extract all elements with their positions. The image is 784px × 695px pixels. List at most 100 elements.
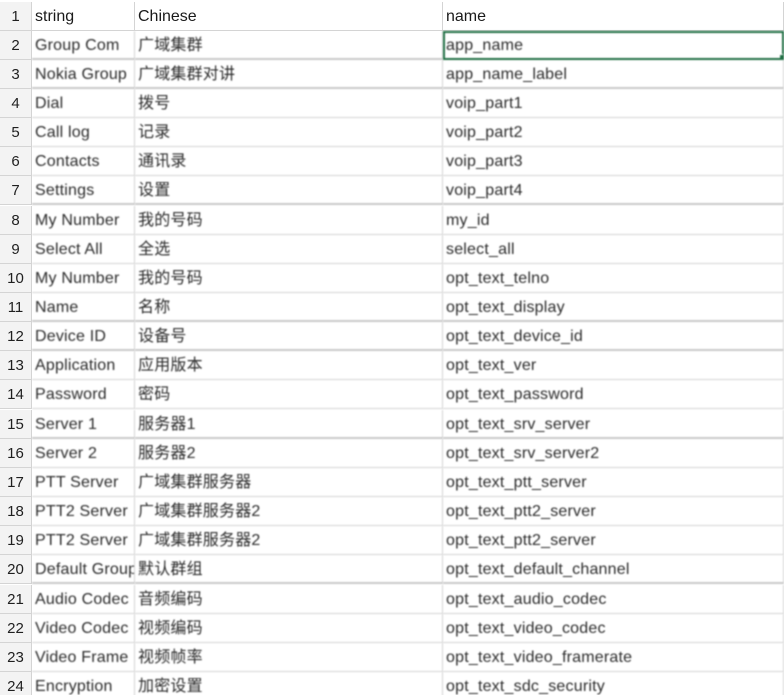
cell-chinese[interactable]: 名称: [135, 293, 443, 322]
cell-name[interactable]: opt_text_telno: [443, 264, 784, 293]
cell-string[interactable]: Device ID: [32, 322, 135, 351]
cell-string[interactable]: Dial: [32, 89, 135, 118]
cell-string[interactable]: Nokia Group: [32, 60, 135, 89]
cell-chinese[interactable]: 广域集群: [135, 31, 443, 60]
cell-string[interactable]: Group Com: [32, 31, 135, 60]
row-number[interactable]: 17: [0, 468, 32, 497]
row-number[interactable]: 21: [0, 585, 32, 614]
row-number[interactable]: 9: [0, 235, 32, 264]
cell-string[interactable]: Password: [32, 380, 135, 409]
row-number[interactable]: 1: [0, 2, 32, 31]
cell-chinese[interactable]: 广域集群服务器: [135, 468, 443, 497]
cell-chinese[interactable]: Chinese: [135, 2, 443, 31]
row-number[interactable]: 4: [0, 89, 32, 118]
cell-name[interactable]: voip_part2: [443, 118, 784, 147]
cell-name[interactable]: opt_text_audio_codec: [443, 585, 784, 614]
table-row: 24 Encryption 加密设置 opt_text_sdc_security: [0, 672, 784, 695]
row-number[interactable]: 11: [0, 293, 32, 322]
selected-cell[interactable]: app_name: [443, 31, 784, 60]
row-number[interactable]: 3: [0, 60, 32, 89]
cell-name[interactable]: opt_text_display: [443, 293, 784, 322]
cell-chinese[interactable]: 默认群组: [135, 555, 443, 584]
cell-name[interactable]: voip_part4: [443, 176, 784, 205]
row-number[interactable]: 16: [0, 439, 32, 468]
cell-name[interactable]: opt_text_ptt_server: [443, 468, 784, 497]
row-number[interactable]: 15: [0, 410, 32, 439]
row-number[interactable]: 5: [0, 118, 32, 147]
cell-chinese[interactable]: 通讯录: [135, 147, 443, 176]
cell-chinese[interactable]: 设备号: [135, 322, 443, 351]
cell-string[interactable]: Application: [32, 351, 135, 380]
row-number[interactable]: 6: [0, 147, 32, 176]
cell-name[interactable]: voip_part1: [443, 89, 784, 118]
cell-string[interactable]: Default Group: [32, 555, 135, 584]
row-number[interactable]: 2: [0, 31, 32, 60]
cell-string[interactable]: Video Codec: [32, 614, 135, 643]
table-row: 6 Contacts 通讯录 voip_part3: [0, 147, 784, 176]
cell-name[interactable]: select_all: [443, 235, 784, 264]
cell-string[interactable]: My Number: [32, 264, 135, 293]
row-number[interactable]: 20: [0, 555, 32, 584]
cell-string[interactable]: Contacts: [32, 147, 135, 176]
table-row: 15 Server 1 服务器1 opt_text_srv_server: [0, 410, 784, 439]
cell-name[interactable]: opt_text_srv_server2: [443, 439, 784, 468]
cell-name[interactable]: opt_text_srv_server: [443, 410, 784, 439]
cell-chinese[interactable]: 拨号: [135, 89, 443, 118]
row-number[interactable]: 18: [0, 497, 32, 526]
cell-string[interactable]: PTT2 Server: [32, 497, 135, 526]
row-number[interactable]: 8: [0, 206, 32, 235]
cell-string[interactable]: PTT Server: [32, 468, 135, 497]
cell-chinese[interactable]: 广域集群服务器2: [135, 526, 443, 555]
cell-name[interactable]: opt_text_ver: [443, 351, 784, 380]
cell-chinese[interactable]: 密码: [135, 380, 443, 409]
cell-name[interactable]: opt_text_password: [443, 380, 784, 409]
row-number[interactable]: 10: [0, 264, 32, 293]
cell-name[interactable]: opt_text_ptt2_server: [443, 497, 784, 526]
cell-chinese[interactable]: 全选: [135, 235, 443, 264]
cell-string[interactable]: Encryption: [32, 672, 135, 695]
row-number[interactable]: 12: [0, 322, 32, 351]
cell-string[interactable]: Name: [32, 293, 135, 322]
cell-chinese[interactable]: 视频帧率: [135, 643, 443, 672]
cell-name[interactable]: opt_text_default_channel: [443, 555, 784, 584]
cell-string[interactable]: Settings: [32, 176, 135, 205]
cell-string[interactable]: Call log: [32, 118, 135, 147]
cell-chinese[interactable]: 设置: [135, 176, 443, 205]
cell-name[interactable]: name: [443, 2, 784, 31]
cell-chinese[interactable]: 广域集群服务器2: [135, 497, 443, 526]
cell-name[interactable]: opt_text_device_id: [443, 322, 784, 351]
cell-chinese[interactable]: 记录: [135, 118, 443, 147]
cell-chinese[interactable]: 我的号码: [135, 264, 443, 293]
cell-chinese[interactable]: 应用版本: [135, 351, 443, 380]
cell-string[interactable]: PTT2 Server: [32, 526, 135, 555]
cell-string[interactable]: My Number: [32, 206, 135, 235]
cell-string[interactable]: Audio Codec: [32, 585, 135, 614]
cell-chinese[interactable]: 加密设置: [135, 672, 443, 695]
cell-name[interactable]: opt_text_ptt2_server: [443, 526, 784, 555]
cell-string[interactable]: Select All: [32, 235, 135, 264]
cell-name[interactable]: opt_text_video_framerate: [443, 643, 784, 672]
row-number[interactable]: 13: [0, 351, 32, 380]
row-number[interactable]: 24: [0, 672, 32, 695]
cell-string[interactable]: Video Frame: [32, 643, 135, 672]
cell-chinese[interactable]: 服务器1: [135, 410, 443, 439]
row-number[interactable]: 14: [0, 380, 32, 409]
cell-chinese[interactable]: 音频编码: [135, 585, 443, 614]
cell-string[interactable]: Server 2: [32, 439, 135, 468]
cell-name[interactable]: voip_part3: [443, 147, 784, 176]
cell-string[interactable]: Server 1: [32, 410, 135, 439]
cell-chinese[interactable]: 我的号码: [135, 206, 443, 235]
table-row: 11 Name 名称 opt_text_display: [0, 293, 784, 322]
cell-chinese[interactable]: 广域集群对讲: [135, 60, 443, 89]
cell-chinese[interactable]: 服务器2: [135, 439, 443, 468]
cell-string[interactable]: string: [32, 2, 135, 31]
cell-name[interactable]: opt_text_video_codec: [443, 614, 784, 643]
row-number[interactable]: 22: [0, 614, 32, 643]
cell-name[interactable]: app_name_label: [443, 60, 784, 89]
cell-name[interactable]: my_id: [443, 206, 784, 235]
row-number[interactable]: 7: [0, 176, 32, 205]
cell-chinese[interactable]: 视频编码: [135, 614, 443, 643]
row-number[interactable]: 23: [0, 643, 32, 672]
cell-name[interactable]: opt_text_sdc_security: [443, 672, 784, 695]
row-number[interactable]: 19: [0, 526, 32, 555]
